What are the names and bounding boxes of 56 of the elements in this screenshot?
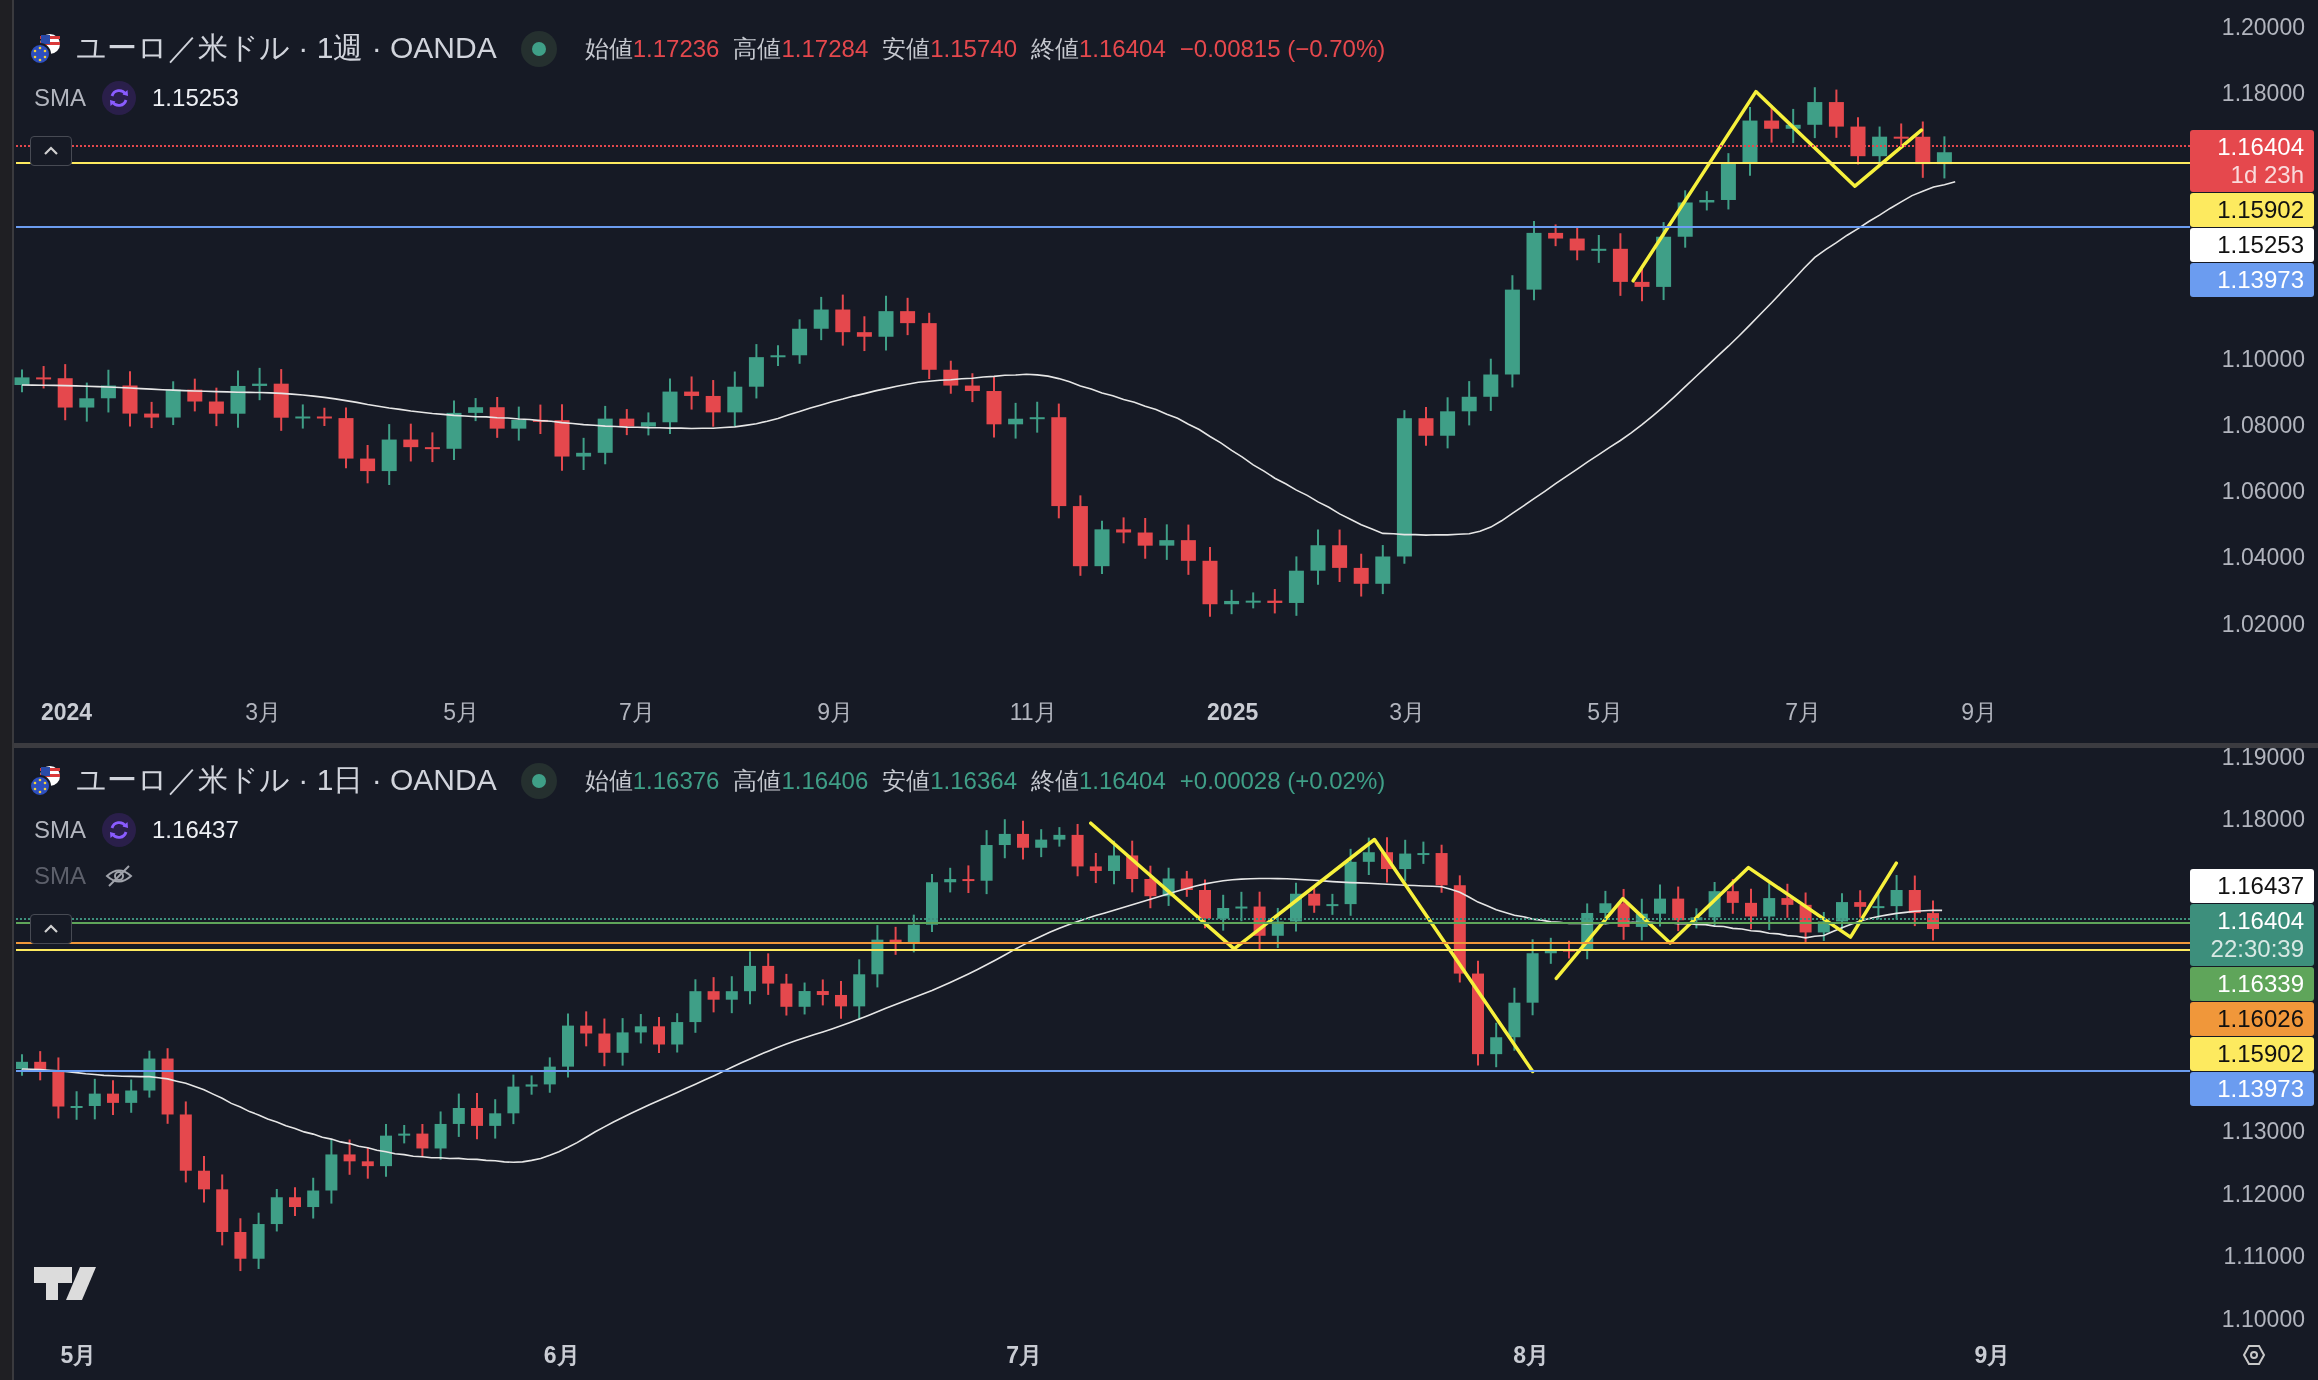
price-axis-label: 1.06000: [2221, 478, 2305, 505]
time-axis-label: 3月: [245, 699, 281, 725]
indicator-name: SMA: [34, 862, 86, 890]
time-axis-label: 5月: [1587, 699, 1623, 725]
time-axis-label: 9月: [1961, 699, 1997, 725]
price-axis-label: 1.02000: [2221, 610, 2305, 637]
ohlc-value: 安値1.16364: [882, 765, 1017, 796]
time-axis-label: 9月: [1974, 1342, 2011, 1368]
ohlc-value: 終値1.16404: [1031, 765, 1166, 796]
price-axis-label: 1.12000: [2221, 1180, 2305, 1207]
price-axis-label: 1.04000: [2221, 544, 2305, 571]
time-axis-label: 5月: [60, 1342, 97, 1368]
ohlc-value: 始値1.16376: [584, 765, 720, 796]
price-tag: 1.13973: [2190, 263, 2314, 297]
indicator-name: SMA: [34, 84, 86, 112]
ohlc-value: 高値1.17284: [733, 33, 869, 64]
price-tag: 1.13973: [2190, 1072, 2314, 1106]
price-axis-label: 1.10000: [2221, 1305, 2305, 1332]
time-axis-label: 2025: [1207, 699, 1259, 725]
time-axis-label: 9月: [817, 699, 853, 725]
indicator-name: SMA: [34, 816, 86, 844]
price-tag: 1.16437: [2190, 869, 2314, 903]
price-axis-label: 1.18000: [2221, 80, 2305, 107]
price-tag: 1.16026: [2190, 1002, 2314, 1036]
price-tag: 1.16404 22:30:39: [2190, 904, 2314, 966]
price-tag: 1.15253: [2190, 228, 2314, 262]
price-axis-label: 1.08000: [2221, 411, 2305, 438]
ohlc-value: 終値1.16404: [1031, 33, 1166, 64]
ohlc-value: 高値1.16406: [733, 765, 869, 796]
ohlc-value: 始値1.17236: [584, 33, 720, 64]
symbol-title[interactable]: ユーロ／米ドル · 1日 · OANDA: [76, 760, 497, 801]
time-axis-label: 7月: [1785, 699, 1822, 725]
time-axis-label: 3月: [1389, 699, 1425, 725]
price-axis-label: 1.11000: [2223, 1243, 2305, 1270]
price-change: −0.00815 (−0.70%): [1179, 34, 1386, 63]
price-axis-label: 1.19000: [2221, 748, 2305, 770]
symbol-title[interactable]: ユーロ／米ドル · 1週 · OANDA: [76, 28, 497, 69]
time-axis-label: 7月: [619, 699, 655, 725]
price-tag: 1.15902: [2190, 1037, 2314, 1071]
time-axis-label: 8月: [1513, 1342, 1550, 1368]
time-axis-label: 2024: [40, 699, 93, 725]
time-axis-label: 5月: [443, 699, 480, 725]
price-axis-label: 1.18000: [2221, 806, 2305, 833]
price-axis-label: 1.10000: [2221, 345, 2305, 372]
ohlc-value: 安値1.15740: [882, 33, 1017, 64]
price-axis-label: 1.13000: [2221, 1118, 2305, 1145]
time-axis-label: 6月: [543, 1342, 580, 1368]
price-change: +0.00028 (+0.02%): [1179, 766, 1386, 795]
indicator-value: 1.15253: [152, 84, 239, 112]
price-tag: 1.16339: [2190, 967, 2314, 1001]
indicator-value: 1.16437: [152, 816, 239, 844]
price-tag: 1.16404 1d 23h: [2190, 130, 2314, 192]
time-axis-label: 11月: [1009, 699, 1057, 725]
price-tag: 1.15902: [2190, 193, 2314, 227]
time-axis-label: 7月: [1006, 1342, 1043, 1368]
price-axis-label: 1.20000: [2221, 14, 2305, 40]
